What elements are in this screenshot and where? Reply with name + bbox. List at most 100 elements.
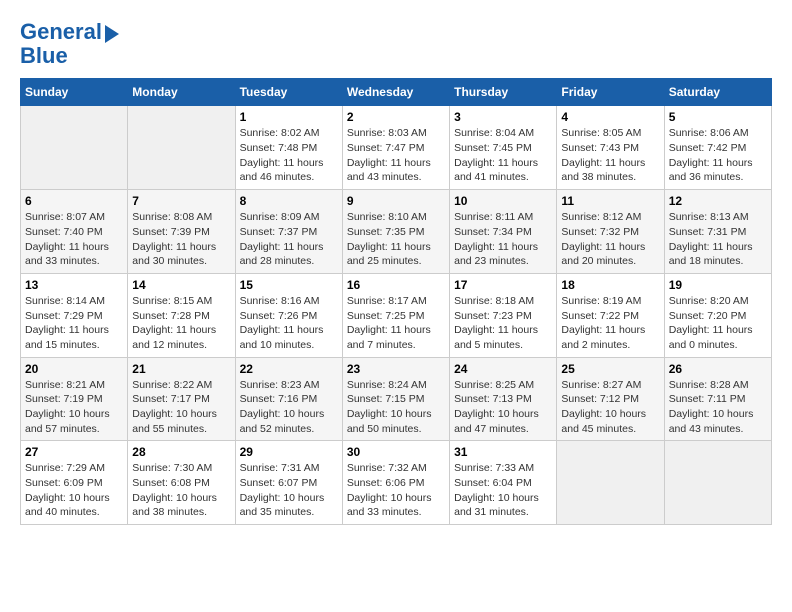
calendar-cell: 29 Sunrise: 7:31 AM Sunset: 6:07 PM Dayli… [235,441,342,525]
calendar-table: SundayMondayTuesdayWednesdayThursdayFrid… [20,78,772,525]
day-header-thursday: Thursday [450,79,557,106]
day-info: Sunrise: 8:06 AM Sunset: 7:42 PM Dayligh… [669,126,767,185]
day-info: Sunrise: 8:08 AM Sunset: 7:39 PM Dayligh… [132,210,230,269]
week-row-3: 13 Sunrise: 8:14 AM Sunset: 7:29 PM Dayli… [21,273,772,357]
day-number: 2 [347,110,445,124]
day-info: Sunrise: 8:05 AM Sunset: 7:43 PM Dayligh… [561,126,659,185]
calendar-cell: 6Sunrise: 8:07 AM Sunset: 7:40 PM Daylig… [21,190,128,274]
calendar-cell: 15Sunrise: 8:16 AM Sunset: 7:26 PM Dayli… [235,273,342,357]
day-info: Sunrise: 8:25 AM Sunset: 7:13 PM Dayligh… [454,378,552,437]
day-info: Sunrise: 8:12 AM Sunset: 7:32 PM Dayligh… [561,210,659,269]
calendar-cell: 21Sunrise: 8:22 AM Sunset: 7:17 PM Dayli… [128,357,235,441]
calendar-cell [21,106,128,190]
calendar-cell: 27 Sunrise: 7:29 AM Sunset: 6:09 PM Dayli… [21,441,128,525]
day-number: 6 [25,194,123,208]
calendar-cell: 3 Sunrise: 8:04 AM Sunset: 7:45 PM Daylig… [450,106,557,190]
week-row-2: 6Sunrise: 8:07 AM Sunset: 7:40 PM Daylig… [21,190,772,274]
day-number: 9 [347,194,445,208]
day-info: Sunrise: 8:03 AM Sunset: 7:47 PM Dayligh… [347,126,445,185]
day-number: 11 [561,194,659,208]
calendar-cell: 10 Sunrise: 8:11 AM Sunset: 7:34 PM Dayli… [450,190,557,274]
day-info: Sunrise: 8:02 AM Sunset: 7:48 PM Dayligh… [240,126,338,185]
day-number: 14 [132,278,230,292]
week-row-5: 27 Sunrise: 7:29 AM Sunset: 6:09 PM Dayli… [21,441,772,525]
calendar-cell [128,106,235,190]
week-row-4: 20 Sunrise: 8:21 AM Sunset: 7:19 PM Dayli… [21,357,772,441]
calendar-cell: 9 Sunrise: 8:10 AM Sunset: 7:35 PM Daylig… [342,190,449,274]
day-number: 22 [240,362,338,376]
day-number: 10 [454,194,552,208]
day-info: Sunrise: 8:19 AM Sunset: 7:22 PM Dayligh… [561,294,659,353]
day-number: 20 [25,362,123,376]
calendar-cell: 20 Sunrise: 8:21 AM Sunset: 7:19 PM Dayli… [21,357,128,441]
day-info: Sunrise: 8:21 AM Sunset: 7:19 PM Dayligh… [25,378,123,437]
day-number: 26 [669,362,767,376]
day-info: Sunrise: 8:27 AM Sunset: 7:12 PM Dayligh… [561,378,659,437]
day-info: Sunrise: 7:29 AM Sunset: 6:09 PM Dayligh… [25,461,123,520]
day-number: 1 [240,110,338,124]
day-number: 25 [561,362,659,376]
day-info: Sunrise: 8:20 AM Sunset: 7:20 PM Dayligh… [669,294,767,353]
day-info: Sunrise: 8:10 AM Sunset: 7:35 PM Dayligh… [347,210,445,269]
calendar-cell: 31 Sunrise: 7:33 AM Sunset: 6:04 PM Dayli… [450,441,557,525]
calendar-cell: 5 Sunrise: 8:06 AM Sunset: 7:42 PM Daylig… [664,106,771,190]
day-info: Sunrise: 8:11 AM Sunset: 7:34 PM Dayligh… [454,210,552,269]
logo-text: General [20,20,102,44]
day-number: 17 [454,278,552,292]
day-info: Sunrise: 7:33 AM Sunset: 6:04 PM Dayligh… [454,461,552,520]
day-number: 18 [561,278,659,292]
day-number: 12 [669,194,767,208]
page-header: General Blue [20,20,772,68]
day-header-wednesday: Wednesday [342,79,449,106]
calendar-cell: 28 Sunrise: 7:30 AM Sunset: 6:08 PM Dayli… [128,441,235,525]
day-number: 7 [132,194,230,208]
day-info: Sunrise: 8:04 AM Sunset: 7:45 PM Dayligh… [454,126,552,185]
logo: General Blue [20,20,119,68]
calendar-cell: 22Sunrise: 8:23 AM Sunset: 7:16 PM Dayli… [235,357,342,441]
calendar-cell: 4Sunrise: 8:05 AM Sunset: 7:43 PM Daylig… [557,106,664,190]
day-number: 3 [454,110,552,124]
day-number: 8 [240,194,338,208]
day-info: Sunrise: 7:30 AM Sunset: 6:08 PM Dayligh… [132,461,230,520]
day-number: 24 [454,362,552,376]
calendar-cell: 18 Sunrise: 8:19 AM Sunset: 7:22 PM Dayli… [557,273,664,357]
day-number: 31 [454,445,552,459]
day-number: 13 [25,278,123,292]
day-number: 28 [132,445,230,459]
logo-text2: Blue [20,44,119,68]
calendar-cell: 13 Sunrise: 8:14 AM Sunset: 7:29 PM Dayli… [21,273,128,357]
day-info: Sunrise: 8:09 AM Sunset: 7:37 PM Dayligh… [240,210,338,269]
day-info: Sunrise: 8:24 AM Sunset: 7:15 PM Dayligh… [347,378,445,437]
day-number: 27 [25,445,123,459]
day-number: 15 [240,278,338,292]
calendar-cell: 14 Sunrise: 8:15 AM Sunset: 7:28 PM Dayli… [128,273,235,357]
calendar-cell: 12 Sunrise: 8:13 AM Sunset: 7:31 PM Dayli… [664,190,771,274]
calendar-cell: 19Sunrise: 8:20 AM Sunset: 7:20 PM Dayli… [664,273,771,357]
day-info: Sunrise: 8:14 AM Sunset: 7:29 PM Dayligh… [25,294,123,353]
day-number: 29 [240,445,338,459]
calendar-cell: 30 Sunrise: 7:32 AM Sunset: 6:06 PM Dayli… [342,441,449,525]
day-info: Sunrise: 7:32 AM Sunset: 6:06 PM Dayligh… [347,461,445,520]
calendar-cell: 11 Sunrise: 8:12 AM Sunset: 7:32 PM Dayli… [557,190,664,274]
day-number: 30 [347,445,445,459]
calendar-cell: 26 Sunrise: 8:28 AM Sunset: 7:11 PM Dayli… [664,357,771,441]
logo-arrow-icon [105,25,119,43]
calendar-cell: 23Sunrise: 8:24 AM Sunset: 7:15 PM Dayli… [342,357,449,441]
calendar-cell [557,441,664,525]
calendar-cell: 8 Sunrise: 8:09 AM Sunset: 7:37 PM Daylig… [235,190,342,274]
day-header-sunday: Sunday [21,79,128,106]
calendar-cell: 2 Sunrise: 8:03 AM Sunset: 7:47 PM Daylig… [342,106,449,190]
day-info: Sunrise: 8:13 AM Sunset: 7:31 PM Dayligh… [669,210,767,269]
calendar-cell: 25 Sunrise: 8:27 AM Sunset: 7:12 PM Dayli… [557,357,664,441]
calendar-cell [664,441,771,525]
day-number: 5 [669,110,767,124]
day-header-tuesday: Tuesday [235,79,342,106]
day-info: Sunrise: 8:15 AM Sunset: 7:28 PM Dayligh… [132,294,230,353]
week-row-1: 1 Sunrise: 8:02 AM Sunset: 7:48 PM Daylig… [21,106,772,190]
calendar-cell: 17 Sunrise: 8:18 AM Sunset: 7:23 PM Dayli… [450,273,557,357]
day-info: Sunrise: 8:18 AM Sunset: 7:23 PM Dayligh… [454,294,552,353]
day-info: Sunrise: 8:28 AM Sunset: 7:11 PM Dayligh… [669,378,767,437]
day-info: Sunrise: 7:31 AM Sunset: 6:07 PM Dayligh… [240,461,338,520]
calendar-cell: 7 Sunrise: 8:08 AM Sunset: 7:39 PM Daylig… [128,190,235,274]
day-info: Sunrise: 8:17 AM Sunset: 7:25 PM Dayligh… [347,294,445,353]
